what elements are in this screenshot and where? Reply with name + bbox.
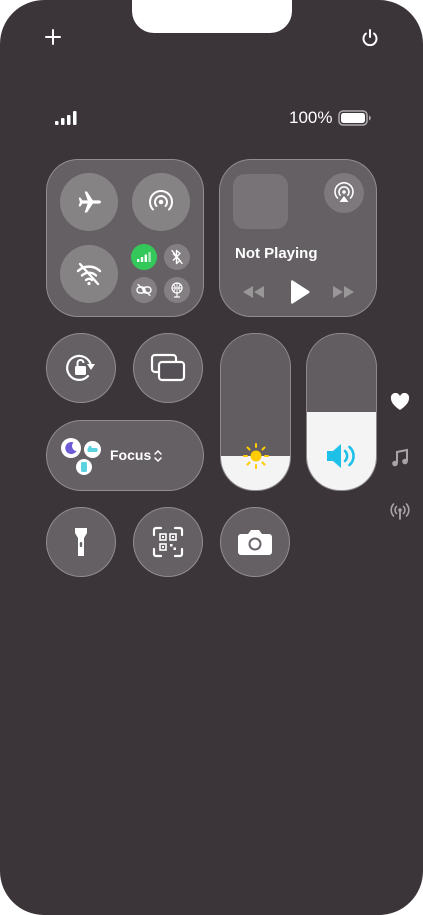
focus-moon-icon (61, 438, 81, 458)
control-center: 100% Not Playing Focus (0, 0, 423, 915)
album-art-placeholder (233, 174, 288, 229)
flashlight-icon (74, 526, 88, 558)
sun-icon (242, 442, 270, 470)
qr-scanner-icon (152, 526, 184, 558)
code-scanner-button[interactable] (133, 507, 203, 577)
forward-icon (331, 283, 357, 301)
screen-mirroring-button[interactable] (133, 333, 203, 403)
bluetooth-button[interactable] (164, 244, 190, 270)
antenna-icon[interactable] (390, 502, 410, 520)
satellite-icon (170, 282, 184, 298)
airplane-mode-button[interactable] (60, 173, 118, 231)
focus-label: Focus (110, 447, 152, 463)
screen-mirroring-icon (150, 353, 186, 383)
power-icon[interactable] (360, 28, 380, 48)
fast-forward-button[interactable] (331, 283, 357, 301)
wifi-off-icon (75, 261, 103, 287)
personal-hotspot-button[interactable] (131, 277, 157, 303)
cellular-data-button[interactable] (131, 244, 157, 270)
flashlight-button[interactable] (46, 507, 116, 577)
personal-hotspot-icon (136, 284, 152, 296)
rotation-lock-button[interactable] (46, 333, 116, 403)
focus-person-icon (76, 459, 92, 475)
chevron-up-down-icon (154, 449, 162, 463)
music-note-icon[interactable] (391, 448, 409, 468)
speaker-icon (325, 441, 359, 471)
wifi-button[interactable] (60, 245, 118, 303)
plus-icon[interactable] (44, 28, 62, 46)
battery-percentage: 100% (289, 108, 333, 127)
battery-icon (338, 110, 372, 126)
cellular-icon (137, 252, 151, 262)
airdrop-icon (147, 188, 175, 216)
airdrop-button[interactable] (132, 173, 190, 231)
play-button[interactable] (288, 279, 312, 305)
rewind-button[interactable] (240, 283, 266, 301)
airplay-button[interactable] (324, 173, 364, 213)
rotation-lock-icon (64, 352, 98, 384)
play-icon (288, 279, 312, 305)
heart-icon[interactable] (390, 393, 410, 411)
cellular-signal-icon (55, 111, 77, 125)
camera-icon (237, 528, 273, 556)
backward-icon (240, 283, 266, 301)
airplay-icon (332, 181, 356, 205)
notch (132, 0, 292, 33)
bluetooth-off-icon (170, 249, 184, 265)
airplane-icon (76, 189, 102, 215)
now-playing-title: Not Playing (235, 245, 318, 262)
satellite-button[interactable] (164, 277, 190, 303)
camera-button[interactable] (220, 507, 290, 577)
focus-bed-icon (84, 441, 101, 458)
